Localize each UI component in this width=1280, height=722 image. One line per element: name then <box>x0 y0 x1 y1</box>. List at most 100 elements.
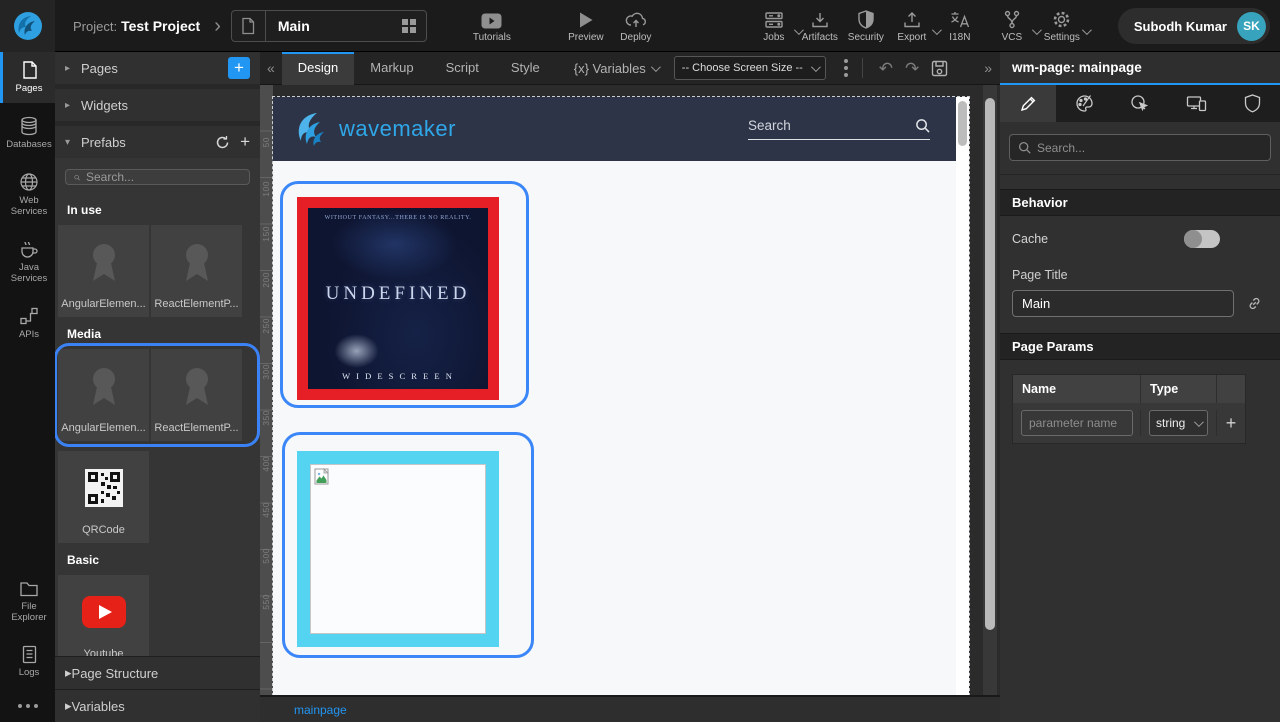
selected-widget-poster[interactable]: WITHOUT FANTASY...THERE IS NO REALITY. U… <box>280 181 529 408</box>
export-icon <box>903 9 921 29</box>
project-breadcrumb: Project:Test Project <box>73 18 200 34</box>
scrollbar-thumb[interactable] <box>985 98 995 630</box>
more-menu-icon[interactable] <box>840 55 852 81</box>
prefab-angularelement-media[interactable]: AngularElemen... <box>58 349 149 441</box>
chevron-down-icon <box>651 62 661 72</box>
export-button[interactable]: Export <box>889 0 935 52</box>
redo-button[interactable]: ↷ <box>899 60 925 77</box>
artifacts-icon <box>811 9 829 29</box>
collapse-right-panel-icon[interactable]: » <box>976 60 1000 76</box>
prefab-angularelement[interactable]: AngularElemen... <box>58 225 149 317</box>
poster-image-widget[interactable]: WITHOUT FANTASY...THERE IS NO REALITY. U… <box>297 197 499 400</box>
more-options-icon[interactable] <box>0 692 55 722</box>
tab-events[interactable] <box>1112 85 1168 122</box>
tab-styles[interactable] <box>1056 85 1112 122</box>
prefab-qrcode[interactable]: QRCode <box>58 451 149 543</box>
tab-design[interactable]: Design <box>282 52 354 85</box>
accordion-pages[interactable]: ▸ Pages + <box>55 52 260 84</box>
behavior-section-header: Behavior <box>1000 189 1280 216</box>
refresh-icon[interactable] <box>215 135 230 150</box>
security-icon <box>857 9 875 29</box>
param-type-select[interactable]: string <box>1149 410 1208 436</box>
sidebar-item-file-explorer[interactable]: File Explorer <box>0 572 55 632</box>
bind-link-icon[interactable] <box>1246 295 1263 312</box>
artifacts-button[interactable]: Artifacts <box>797 0 843 52</box>
scrollbar-thumb[interactable] <box>958 101 967 146</box>
group-label-basic: Basic <box>55 543 260 575</box>
i18n-button[interactable]: I18N <box>937 0 983 52</box>
youtube-icon <box>82 575 126 648</box>
wavemaker-logo-icon <box>11 9 45 43</box>
prefab-search-input[interactable] <box>86 170 241 184</box>
save-button[interactable] <box>925 60 954 77</box>
tutorials-button[interactable]: Tutorials <box>469 0 515 52</box>
i18n-icon <box>950 9 970 29</box>
param-name-input[interactable] <box>1021 410 1133 436</box>
collapse-left-panel-icon[interactable]: « <box>260 60 282 76</box>
properties-panel: wm-page: mainpage <box>1000 52 1280 722</box>
tab-script[interactable]: Script <box>430 52 495 85</box>
accordion-page-structure[interactable]: ▸ Page Structure <box>55 656 260 689</box>
undo-button[interactable]: ↶ <box>873 60 899 77</box>
prefab-badge-icon <box>84 349 124 422</box>
wavemaker-logo[interactable] <box>0 0 55 52</box>
page-inner-scrollbar[interactable] <box>956 97 969 695</box>
selected-widget-empty-image[interactable] <box>282 432 534 658</box>
page-title-input[interactable] <box>1012 290 1234 317</box>
chevron-down-icon <box>811 62 821 72</box>
project-label: Project: <box>73 19 117 34</box>
type-column-header: Type <box>1141 375 1217 403</box>
jobs-button[interactable]: Jobs <box>751 0 797 52</box>
in-use-tiles: AngularElemen... ReactElementP... <box>55 225 260 317</box>
sidebar-item-logs[interactable]: Logs <box>0 637 55 687</box>
basic-tiles: Youtube <box>55 575 260 656</box>
page-header-widget[interactable]: wavemaker Search <box>273 97 956 161</box>
design-toolbar: « Design Markup Script Style {x} Variabl… <box>260 52 1000 85</box>
tab-markup[interactable]: Markup <box>354 52 429 85</box>
cache-toggle[interactable] <box>1184 230 1220 248</box>
add-param-button[interactable]: + <box>1226 414 1237 432</box>
properties-search[interactable] <box>1009 134 1271 161</box>
tab-devices[interactable] <box>1168 85 1224 122</box>
tab-security[interactable] <box>1224 85 1280 122</box>
left-nav-rail: Pages Databases Web Services Java Servic… <box>0 52 55 722</box>
coffee-cup-icon <box>19 239 39 259</box>
sidebar-item-apis[interactable]: APIs <box>0 298 55 349</box>
variables-dropdown[interactable]: {x} Variables <box>574 61 658 76</box>
broken-image-icon <box>314 468 331 486</box>
prefab-reactelement-media[interactable]: ReactElementP... <box>151 349 242 441</box>
sidebar-item-databases[interactable]: Databases <box>0 108 55 159</box>
properties-search-input[interactable] <box>1037 141 1262 155</box>
settings-button[interactable]: Settings <box>1039 0 1085 52</box>
page-params-section-header: Page Params <box>1000 333 1280 360</box>
canvas-scrollbar[interactable] <box>983 85 997 695</box>
tab-style[interactable]: Style <box>495 52 556 85</box>
prefab-youtube[interactable]: Youtube <box>58 575 149 656</box>
preview-button[interactable]: Preview <box>563 0 609 52</box>
add-page-button[interactable]: + <box>228 57 250 79</box>
page-selector[interactable]: Main <box>231 10 427 42</box>
grid-view-icon[interactable] <box>392 18 426 34</box>
accordion-widgets[interactable]: ▸ Widgets <box>55 89 260 121</box>
page-search-widget[interactable]: Search <box>748 118 930 140</box>
prefab-search[interactable] <box>65 169 250 185</box>
sidebar-item-pages[interactable]: Pages <box>0 52 55 103</box>
accordion-prefabs[interactable]: ▾ Prefabs + <box>55 126 260 158</box>
tab-properties[interactable] <box>1000 85 1056 122</box>
screen-size-select[interactable]: -- Choose Screen Size -- <box>674 56 826 80</box>
page-preview: wavemaker Search <box>273 97 969 695</box>
sidebar-item-java-services[interactable]: Java Services <box>0 231 55 293</box>
page-search-label: Search <box>748 118 791 133</box>
security-button[interactable]: Security <box>843 0 889 52</box>
deploy-button[interactable]: Deploy <box>613 0 659 52</box>
prefab-reactelement[interactable]: ReactElementP... <box>151 225 242 317</box>
import-prefab-icon[interactable]: + <box>240 132 250 152</box>
rail-spacer <box>0 353 55 572</box>
empty-image-widget[interactable] <box>297 451 499 647</box>
page-tab-mainpage[interactable]: mainpage <box>294 703 347 717</box>
actions-column-header <box>1217 375 1245 403</box>
sidebar-item-web-services[interactable]: Web Services <box>0 164 55 226</box>
vcs-button[interactable]: VCS <box>989 0 1035 52</box>
user-menu[interactable]: Subodh Kumar SK <box>1118 8 1270 44</box>
accordion-variables[interactable]: ▸ Variables <box>55 689 260 722</box>
